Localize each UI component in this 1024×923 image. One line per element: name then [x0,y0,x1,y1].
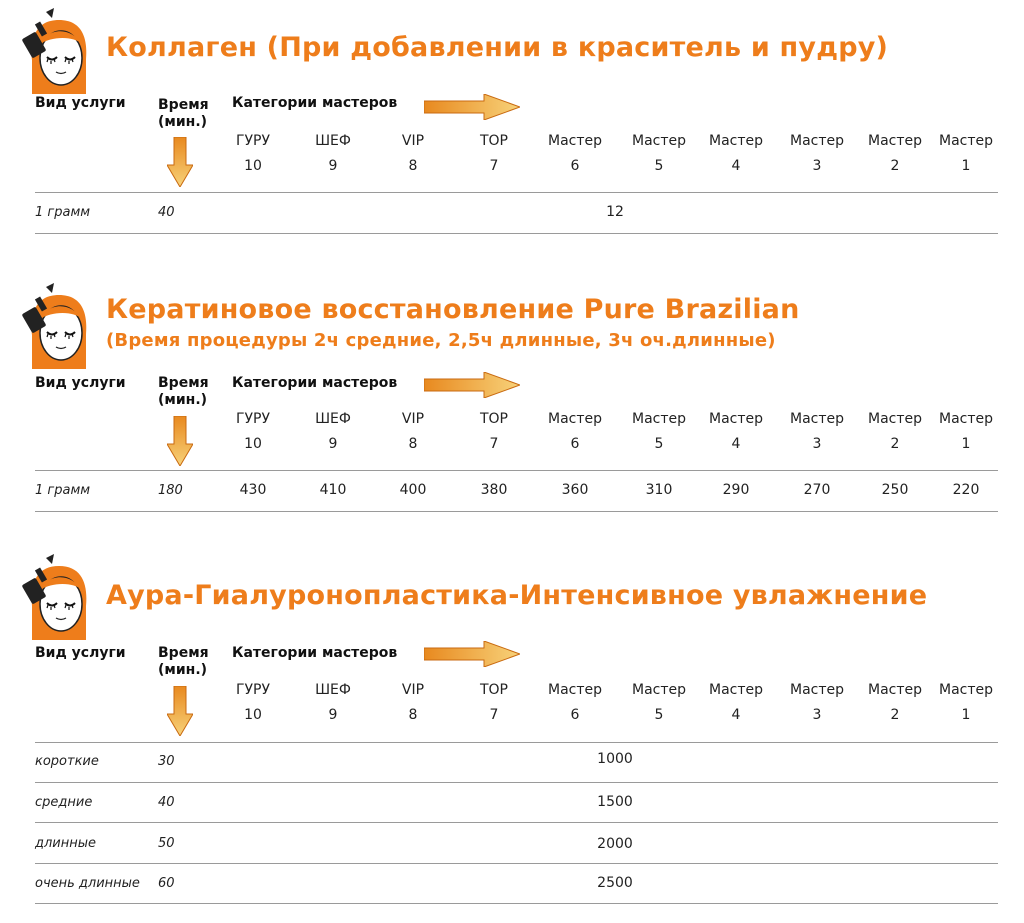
header-time: Время (мин.) [158,645,209,679]
column-name: Мастер [789,682,844,698]
column-name: Мастер [867,682,922,698]
row-time: 30 [158,754,175,769]
column-num: 10 [244,707,262,723]
column-header: ШЕФ 9 [298,678,368,728]
column-name: Мастер [547,682,602,698]
row-price: 1000 [597,751,633,767]
divider [35,782,998,783]
column-name: ГУРУ [235,682,271,698]
row-time: 40 [158,795,175,810]
row-price: 1500 [597,794,633,810]
column-header: Мастер 6 [540,678,610,728]
arrow-right-icon [424,641,520,667]
row-time: 50 [158,836,175,851]
column-num: 2 [890,707,900,723]
column-num: 9 [328,707,338,723]
header-time-unit: (мин.) [158,662,208,678]
row-service: короткие [35,754,99,769]
section-aura: Аура-Гиалуронопластика-Интенсивное увлаж… [0,0,1024,923]
header-service: Вид услуги [35,645,126,661]
row-price: 2000 [597,836,633,852]
column-name: ШЕФ [315,682,351,698]
row-service: средние [35,795,93,810]
column-name: Мастер [631,682,686,698]
row-service: очень длинные [35,876,140,891]
row-service: длинные [35,836,97,851]
column-num: 8 [408,707,418,723]
column-name: Мастер [938,682,993,698]
column-header: TOP 7 [459,678,529,728]
divider [35,863,998,864]
divider [35,742,998,743]
row-price: 2500 [597,875,633,891]
row-time: 60 [158,876,175,891]
column-num: 1 [961,707,971,723]
header-categories: Категории мастеров [232,645,398,661]
column-header: Мастер 2 [860,678,930,728]
column-header: VIP 8 [378,678,448,728]
column-num: 4 [731,707,741,723]
column-header: Мастер 1 [931,678,1001,728]
column-num: 5 [654,707,664,723]
divider [35,822,998,823]
column-header: Мастер 3 [782,678,852,728]
arrow-down-icon [167,686,193,736]
column-header: Мастер 4 [701,678,771,728]
woman-face-brush-icon [22,554,87,640]
divider [35,903,998,904]
column-header: Мастер 5 [624,678,694,728]
section-title: Аура-Гиалуронопластика-Интенсивное увлаж… [106,580,928,611]
column-name: TOP [479,682,508,698]
column-num: 7 [489,707,499,723]
column-name: Мастер [708,682,763,698]
column-name: VIP [401,682,425,698]
column-header: ГУРУ 10 [218,678,288,728]
column-num: 3 [812,707,822,723]
header-time-label: Время [158,645,209,661]
column-num: 6 [570,707,580,723]
